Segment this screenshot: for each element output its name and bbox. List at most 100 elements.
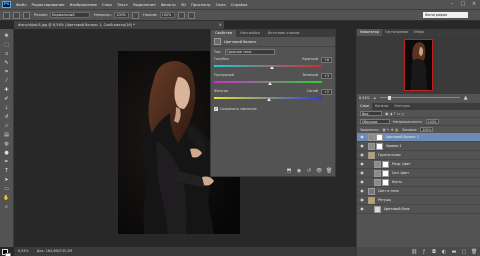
- brush-panel-icon[interactable]: [23, 11, 30, 19]
- navigator-zoom-readout[interactable]: 6,54%: [359, 96, 370, 100]
- layer-thumbnail[interactable]: [368, 133, 375, 141]
- layer-row[interactable]: ◉ Ретушь: [357, 196, 480, 205]
- eye-icon[interactable]: ◉: [359, 152, 365, 158]
- slider-value-field[interactable]: +2: [321, 89, 332, 95]
- slider-thumb[interactable]: [270, 66, 275, 69]
- new-layer-icon[interactable]: ▢: [461, 249, 467, 255]
- menu-select[interactable]: Выделение: [133, 2, 156, 7]
- tab-histogram[interactable]: Гистограмма: [382, 29, 411, 36]
- move-tool-icon[interactable]: ✥: [2, 32, 11, 40]
- menu-help[interactable]: Справка: [231, 2, 248, 7]
- document-tab[interactable]: dianyidijad-8.jpg @ 6,54% (Цветовой бала…: [14, 21, 224, 29]
- layer-thumbnail[interactable]: [368, 196, 375, 204]
- layer-row[interactable]: ◉ Уровни 1: [357, 142, 480, 151]
- zoom-in-icon[interactable]: ▲: [464, 95, 468, 101]
- history-brush-tool-icon[interactable]: ↺: [2, 113, 11, 121]
- adjustment-icon[interactable]: ◐: [441, 249, 447, 255]
- filter-pixel-icon[interactable]: ▣ ◑ T ▭ ◻: [385, 112, 404, 116]
- slider-thumb[interactable]: [267, 98, 272, 101]
- menu-edit[interactable]: Редактирование: [32, 2, 65, 7]
- zoom-out-icon[interactable]: ▴: [374, 95, 376, 100]
- blur-tool-icon[interactable]: ◍: [2, 140, 11, 148]
- preserve-luminosity-row[interactable]: ✓ Сохранить свечение: [211, 105, 335, 113]
- slider-value-field[interactable]: +3: [321, 73, 332, 79]
- close-window-icon[interactable]: ×: [470, 1, 478, 7]
- eye-icon[interactable]: ◉: [359, 170, 365, 176]
- layer-row[interactable]: ◉ Кисть: [357, 178, 480, 187]
- layer-row[interactable]: ◉ Сел. Цвет: [357, 169, 480, 178]
- eye-icon[interactable]: ◉: [359, 206, 365, 212]
- eye-icon[interactable]: ◉: [359, 143, 365, 149]
- layer-thumbnail[interactable]: [374, 205, 381, 213]
- navigator-zoom-slider[interactable]: [379, 95, 460, 100]
- mode-select[interactable]: Нормальный: [49, 12, 90, 18]
- close-tab-icon[interactable]: ×: [219, 21, 222, 29]
- minimize-icon[interactable]: –: [448, 1, 456, 7]
- hand-tool-icon[interactable]: ✋: [2, 194, 11, 202]
- tab-adjustments[interactable]: Настройки: [236, 30, 264, 37]
- layer-name[interactable]: Цветовой баланс 1: [386, 135, 419, 139]
- layer-name[interactable]: Уровни 1: [386, 144, 402, 148]
- preserve-luminosity-checkbox[interactable]: ✓: [214, 107, 218, 111]
- menu-layers[interactable]: Слои: [102, 2, 112, 7]
- layer-mask-thumbnail[interactable]: [382, 178, 389, 186]
- eye-icon[interactable]: ◉: [359, 188, 365, 194]
- healing-brush-tool-icon[interactable]: ✚: [2, 86, 11, 94]
- navigator-preview[interactable]: [357, 36, 480, 94]
- delete-icon[interactable]: 🗑: [326, 168, 332, 174]
- eye-icon[interactable]: ◉: [359, 134, 365, 140]
- tab-info[interactable]: Инфо: [411, 29, 427, 36]
- menu-filter[interactable]: Фильтр: [161, 2, 176, 7]
- tab-paths[interactable]: Контуры: [391, 103, 413, 110]
- tone-select[interactable]: Средние тона: [224, 49, 275, 55]
- cyan-red-slider[interactable]: Голубая Красный +8: [214, 57, 332, 73]
- eraser-tool-icon[interactable]: ▱: [2, 122, 11, 130]
- layer-name[interactable]: Цветовой блок: [384, 207, 410, 211]
- shape-tool-icon[interactable]: ▭: [2, 185, 11, 193]
- layer-mask-thumbnail[interactable]: [376, 142, 383, 150]
- navigator-zoom-thumb[interactable]: [387, 95, 391, 100]
- layer-mask-thumbnail[interactable]: [382, 169, 389, 177]
- type-tool-icon[interactable]: T: [2, 167, 11, 175]
- layer-name[interactable]: Сел. Цвет: [392, 171, 409, 175]
- layer-row[interactable]: ◉ Разд. Цвет: [357, 160, 480, 169]
- slider-thumb[interactable]: [268, 82, 273, 85]
- layer-row[interactable]: ◉ Цветовой баланс 1: [357, 133, 480, 142]
- layer-row[interactable]: ◉ Свет и тени: [357, 187, 480, 196]
- crop-tool-icon[interactable]: ⌗: [2, 68, 11, 76]
- marquee-tool-icon[interactable]: ⬚: [2, 41, 11, 49]
- zoom-readout[interactable]: 6,54%: [18, 247, 29, 256]
- eye-icon[interactable]: ◉: [359, 161, 365, 167]
- menu-file[interactable]: Файл: [16, 2, 27, 7]
- pressure-size-icon[interactable]: [187, 11, 195, 19]
- tab-channels[interactable]: Каналы: [372, 103, 392, 110]
- workspace-select[interactable]: Фотография: [423, 12, 468, 18]
- menu-3d[interactable]: 3D: [181, 2, 186, 7]
- opacity-field[interactable]: 100%: [114, 12, 130, 18]
- clone-stamp-tool-icon[interactable]: ⊥: [2, 104, 11, 112]
- eye-icon[interactable]: ◉: [359, 179, 365, 185]
- brush-tool-preset-icon[interactable]: [3, 11, 10, 19]
- fx-icon[interactable]: ƒ: [421, 249, 427, 255]
- maximize-icon[interactable]: □: [459, 1, 467, 7]
- magenta-green-slider[interactable]: Пурпурный Зеленый +3: [214, 73, 332, 89]
- brush-tool-icon[interactable]: ✐: [2, 95, 11, 103]
- link-icon[interactable]: ⛓: [411, 249, 417, 255]
- eye-icon[interactable]: ◉: [359, 197, 365, 203]
- pressure-opacity-icon[interactable]: [132, 11, 140, 19]
- layer-row[interactable]: ◉ Цветовой блок: [357, 205, 480, 214]
- layer-name[interactable]: Группа кожи: [378, 153, 401, 157]
- gradient-tool-icon[interactable]: ▤: [2, 131, 11, 139]
- folder-icon[interactable]: ▬: [451, 249, 457, 255]
- reset-icon[interactable]: ↺: [306, 168, 312, 174]
- blend-mode-select[interactable]: Обычные: [360, 118, 390, 125]
- trash-icon[interactable]: 🗑: [471, 249, 477, 255]
- layer-mask-thumbnail[interactable]: [382, 160, 389, 168]
- quick-select-tool-icon[interactable]: ✎: [2, 59, 11, 67]
- layer-name[interactable]: Свет и тени: [378, 189, 399, 193]
- airbrush-icon[interactable]: [177, 11, 185, 19]
- layer-thumbnail[interactable]: [374, 178, 381, 186]
- layer-row[interactable]: ◉ Группа кожи: [357, 151, 480, 160]
- slider-value-field[interactable]: +8: [321, 57, 332, 63]
- tab-clone-source[interactable]: Источник клонов: [264, 30, 304, 37]
